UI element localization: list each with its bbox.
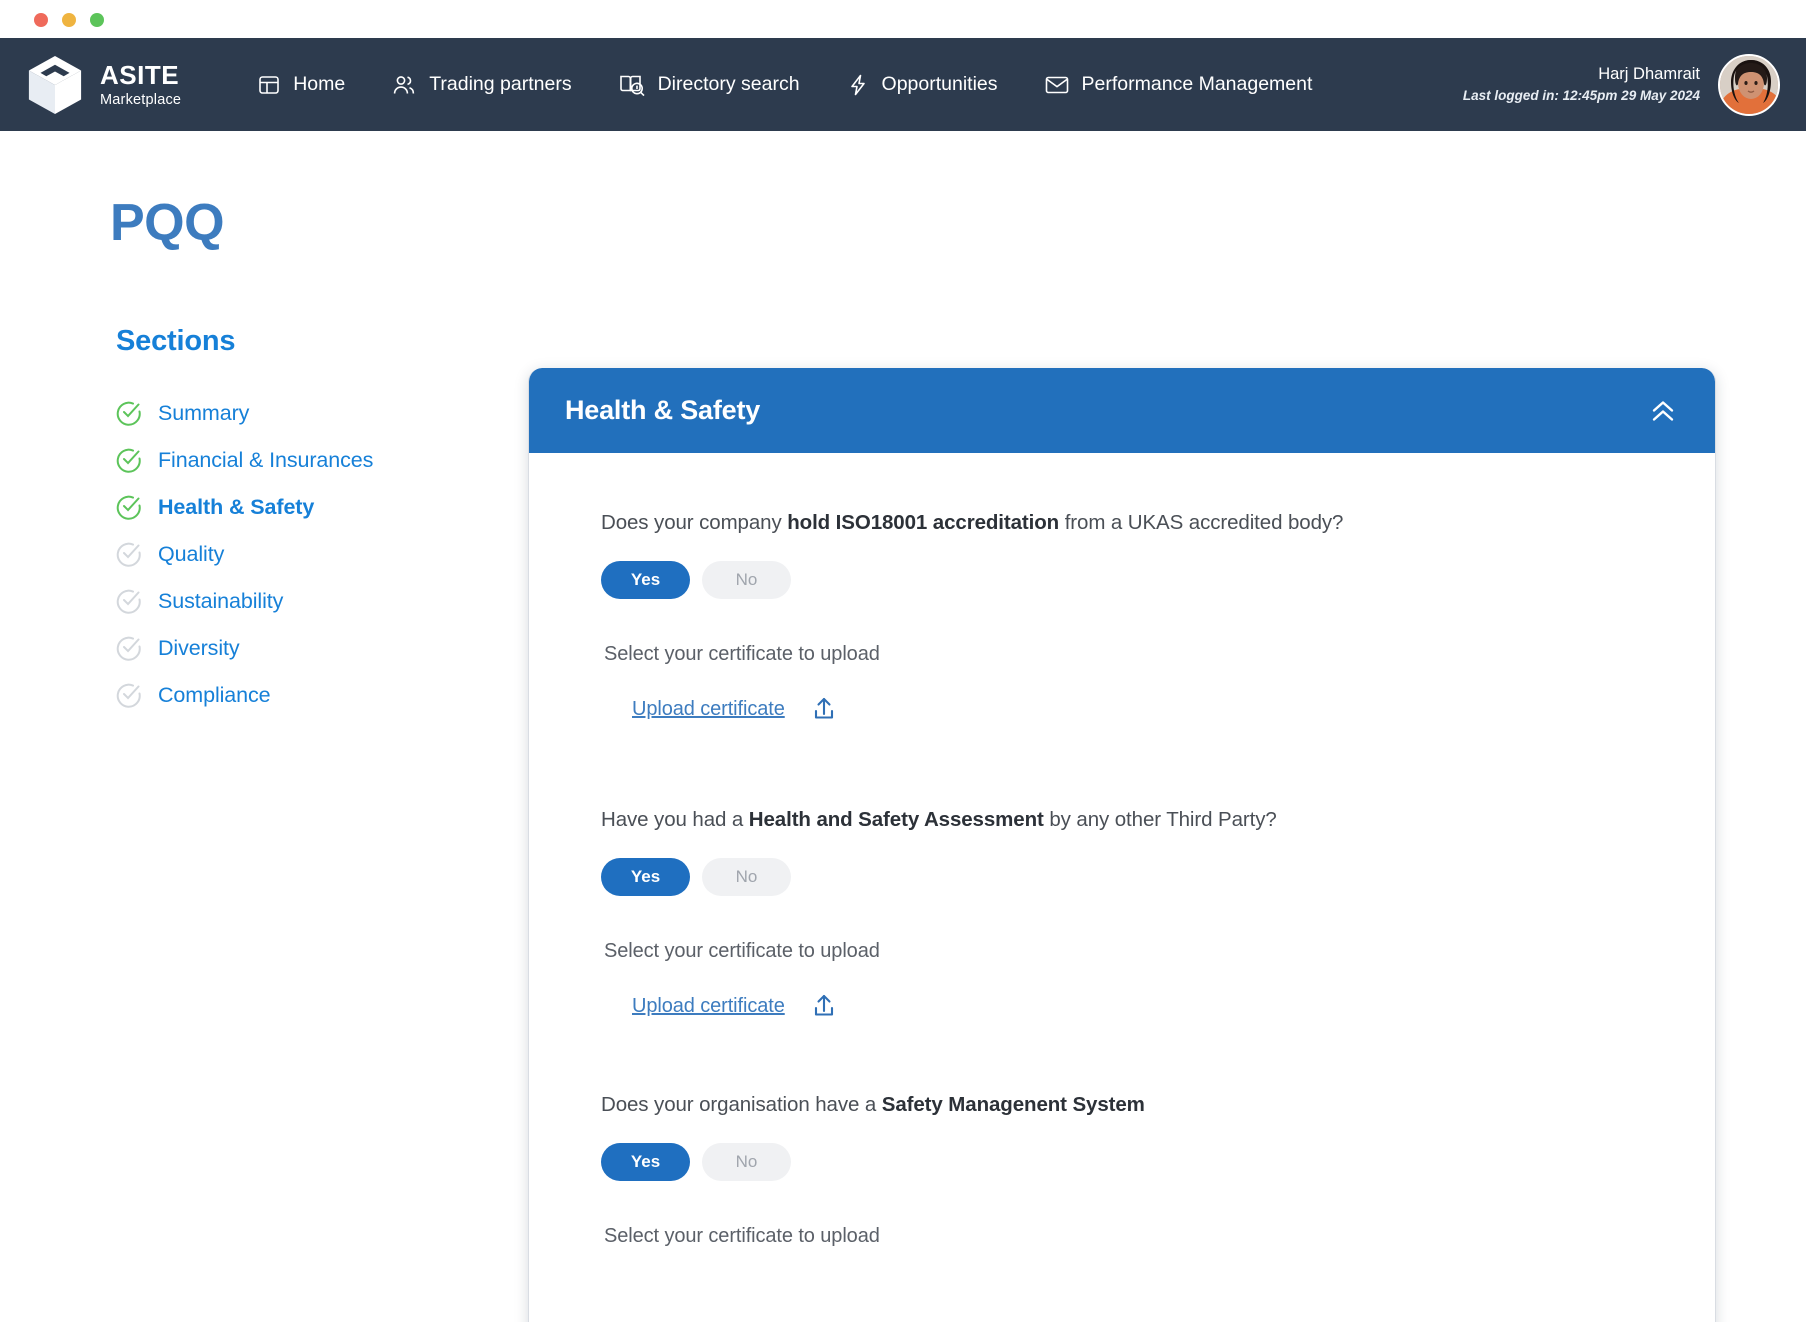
upload-certificate-link[interactable]: Upload certificate (632, 995, 785, 1018)
block-spacer (529, 1021, 1715, 1093)
card-header[interactable]: Health & Safety (529, 368, 1715, 453)
user-menu[interactable]: Harj Dhamrait Last logged in: 12:45pm 29… (1463, 54, 1780, 116)
check-circle-icon (116, 494, 142, 520)
user-last-login: Last logged in: 12:45pm 29 May 2024 (1463, 88, 1700, 105)
check-circle-icon (116, 588, 142, 614)
upload-row: Upload certificate (632, 694, 1679, 724)
lightning-bolt-icon (846, 73, 870, 97)
sidebar-heading: Sections (116, 325, 476, 358)
window-controls (34, 13, 104, 27)
yes-no-toggle: Yes No (601, 561, 1679, 599)
sidebar-item-summary-label: Summary (158, 401, 249, 426)
nav-item-trading-partners[interactable]: Trading partners (391, 73, 571, 97)
nav-item-opportunities[interactable]: Opportunities (846, 73, 998, 97)
page-title: PQQ (110, 193, 224, 253)
asite-cube-logo-icon (26, 54, 84, 116)
upload-row: Upload certificate (632, 991, 1679, 1021)
window-titlebar (0, 0, 1806, 38)
question-block-iso18001: Does your company hold ISO18001 accredit… (529, 511, 1715, 724)
collapse-section-button[interactable] (1645, 393, 1681, 429)
upload-certificate-link[interactable]: Upload certificate (632, 698, 785, 721)
nav-item-performance-management-label: Performance Management (1082, 73, 1313, 96)
nav-items: Home Trading partners (257, 72, 1312, 98)
sidebar-item-summary[interactable]: Summary (116, 400, 476, 426)
sidebar-item-quality[interactable]: Quality (116, 541, 476, 567)
user-name: Harj Dhamrait (1463, 64, 1700, 85)
sidebar-item-financial-and-insurances[interactable]: Financial & Insurances (116, 447, 476, 473)
answer-no-button[interactable]: No (702, 1143, 791, 1181)
sidebar-item-compliance-label: Compliance (158, 683, 271, 708)
upload-instruction: Select your certificate to upload (604, 940, 1679, 963)
nav-item-trading-partners-label: Trading partners (429, 73, 571, 96)
nav-item-home-label: Home (293, 73, 345, 96)
maximize-window-button[interactable] (90, 13, 104, 27)
user-info: Harj Dhamrait Last logged in: 12:45pm 29… (1463, 64, 1700, 105)
card-body: Does your company hold ISO18001 accredit… (529, 453, 1715, 1248)
check-circle-icon (116, 682, 142, 708)
brand-name: ASITE (100, 62, 181, 88)
check-circle-icon (116, 541, 142, 567)
brand-logo-link[interactable]: ASITE Marketplace (26, 54, 181, 116)
question-emphasis: hold ISO18001 accreditation (787, 511, 1059, 534)
sidebar-item-diversity[interactable]: Diversity (116, 635, 476, 661)
answer-yes-button[interactable]: Yes (601, 561, 690, 599)
upload-instruction: Select your certificate to upload (604, 1225, 1679, 1248)
envelope-icon (1044, 74, 1070, 96)
sidebar-item-sustainability[interactable]: Sustainability (116, 588, 476, 614)
brand-subtitle: Marketplace (100, 93, 181, 108)
health-and-safety-card: Health & Safety Does your company hold I… (528, 368, 1716, 1322)
nav-item-directory-search[interactable]: Directory search (618, 72, 800, 98)
block-spacer (529, 724, 1715, 808)
check-circle-icon (116, 400, 142, 426)
question-prefix: Does your organisation have a (601, 1093, 882, 1116)
sidebar-item-financial-and-insurances-label: Financial & Insurances (158, 448, 373, 473)
check-circle-icon (116, 635, 142, 661)
card-title: Health & Safety (565, 395, 760, 426)
question-prefix: Does your company (601, 511, 787, 534)
double-chevron-up-icon (1648, 399, 1678, 423)
minimize-window-button[interactable] (62, 13, 76, 27)
question-block-safety-management-system: Does your organisation have a Safety Man… (529, 1093, 1715, 1248)
question-text: Does your organisation have a Safety Man… (601, 1093, 1679, 1117)
sidebar-item-diversity-label: Diversity (158, 636, 240, 661)
upload-tray-icon[interactable] (809, 694, 839, 724)
question-suffix: from a UKAS accredited body? (1059, 511, 1343, 534)
book-search-icon (618, 72, 646, 98)
user-avatar-photo (1720, 56, 1780, 116)
sidebar-item-quality-label: Quality (158, 542, 224, 567)
top-navigation-bar: ASITE Marketplace Home (0, 38, 1806, 131)
sidebar-item-health-and-safety[interactable]: Health & Safety (116, 494, 476, 520)
question-block-third-party-assessment: Have you had a Health and Safety Assessm… (529, 808, 1715, 1021)
nav-item-opportunities-label: Opportunities (882, 73, 998, 96)
question-text: Have you had a Health and Safety Assessm… (601, 808, 1679, 832)
yes-no-toggle: Yes No (601, 1143, 1679, 1181)
answer-no-button[interactable]: No (702, 858, 791, 896)
sidebar-item-health-and-safety-label: Health & Safety (158, 495, 314, 520)
close-window-button[interactable] (34, 13, 48, 27)
question-emphasis: Health and Safety Assessment (749, 808, 1044, 831)
upload-tray-icon[interactable] (809, 991, 839, 1021)
question-emphasis: Safety Managenent System (882, 1093, 1145, 1116)
avatar[interactable] (1718, 54, 1780, 116)
answer-yes-button[interactable]: Yes (601, 858, 690, 896)
users-icon (391, 73, 417, 97)
question-suffix: by any other Third Party? (1044, 808, 1277, 831)
upload-instruction: Select your certificate to upload (604, 643, 1679, 666)
nav-item-directory-search-label: Directory search (658, 73, 800, 96)
dashboard-layout-icon (257, 73, 281, 97)
nav-item-home[interactable]: Home (257, 73, 345, 97)
sidebar-item-sustainability-label: Sustainability (158, 589, 283, 614)
answer-no-button[interactable]: No (702, 561, 791, 599)
question-text: Does your company hold ISO18001 accredit… (601, 511, 1679, 535)
sidebar-item-compliance[interactable]: Compliance (116, 682, 476, 708)
question-prefix: Have you had a (601, 808, 749, 831)
nav-item-performance-management[interactable]: Performance Management (1044, 73, 1313, 96)
yes-no-toggle: Yes No (601, 858, 1679, 896)
answer-yes-button[interactable]: Yes (601, 1143, 690, 1181)
sections-sidebar: Sections Summary Financial & Insurances … (116, 325, 476, 729)
app-window: ASITE Marketplace Home (0, 0, 1806, 1322)
check-circle-icon (116, 447, 142, 473)
